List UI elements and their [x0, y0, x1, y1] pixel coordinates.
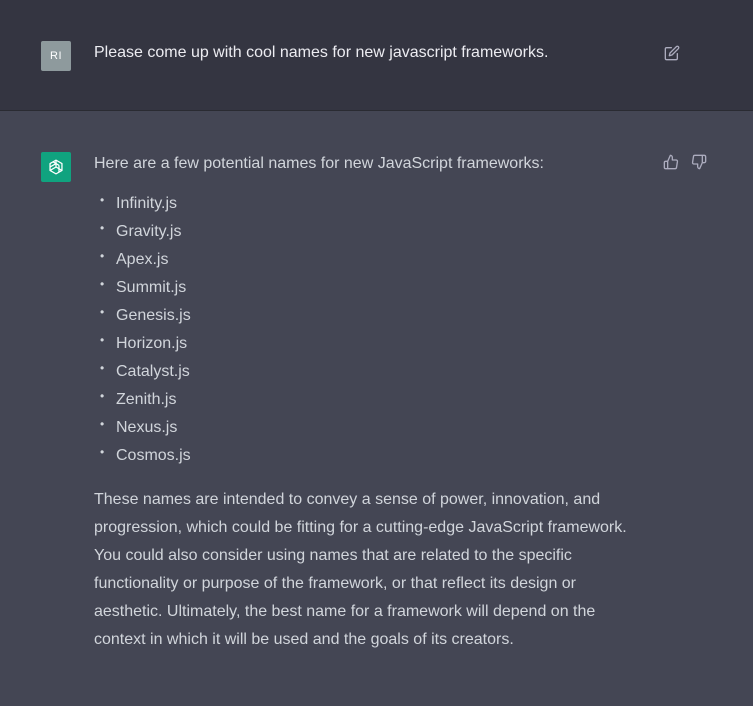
list-item: Summit.js	[94, 270, 654, 302]
edit-icon	[664, 45, 680, 61]
outro-line: aesthetic. Ultimately, the best name for…	[94, 603, 596, 620]
user-message-row: RI Please come up with cool names for ne…	[0, 0, 753, 111]
list-item: Nexus.js	[94, 410, 654, 442]
list-item: Horizon.js	[94, 326, 654, 358]
list-item: Genesis.js	[94, 298, 654, 330]
feedback-buttons	[662, 153, 708, 171]
thumbs-down-icon	[691, 154, 707, 170]
thumbs-up-button[interactable]	[662, 153, 680, 171]
list-item: Zenith.js	[94, 382, 654, 414]
thumbs-up-icon	[663, 154, 679, 170]
openai-logo-icon	[49, 159, 63, 175]
assistant-outro-paragraph: These names are intended to convey a sen…	[94, 486, 654, 654]
assistant-intro-text: Here are a few potential names for new J…	[94, 155, 544, 172]
edit-message-button[interactable]	[662, 43, 682, 63]
list-item: Cosmos.js	[94, 438, 654, 470]
outro-line: functionality or purpose of the framewor…	[94, 575, 577, 592]
assistant-message-row: Here are a few potential names for new J…	[0, 111, 753, 706]
list-item: Catalyst.js	[94, 354, 654, 386]
thumbs-down-button[interactable]	[690, 153, 708, 171]
outro-line: These names are intended to convey a sen…	[94, 491, 601, 508]
outro-line: You could also consider using names that…	[94, 547, 572, 564]
outro-line: context in which it will be used and the…	[94, 631, 514, 648]
list-item: Apex.js	[94, 242, 654, 274]
assistant-avatar	[41, 152, 71, 182]
name-list: Infinity.js Gravity.js Apex.js Summit.js…	[94, 186, 654, 470]
assistant-message-content: Here are a few potential names for new J…	[94, 154, 654, 654]
user-avatar: RI	[41, 41, 71, 71]
user-message-text: Please come up with cool names for new j…	[94, 44, 549, 61]
list-item: Gravity.js	[94, 214, 654, 246]
outro-line: progression, which could be fitting for …	[94, 519, 627, 536]
list-item: Infinity.js	[94, 186, 654, 218]
